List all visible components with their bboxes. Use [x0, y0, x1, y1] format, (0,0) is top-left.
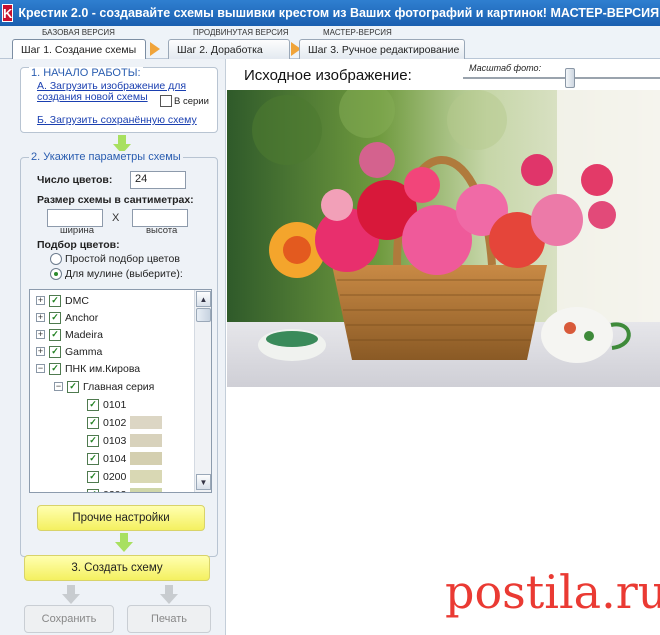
- tree-item-label: DMC: [65, 294, 89, 307]
- tree-item-anchor[interactable]: + ✓ Anchor: [36, 309, 98, 326]
- expand-plus-icon[interactable]: +: [36, 313, 45, 322]
- tree-scrollbar[interactable]: ▲ ▼: [194, 290, 211, 492]
- tree-item-label: ПНК им.Кирова: [65, 362, 141, 375]
- preview-title: Исходное изображение:: [244, 67, 412, 84]
- other-settings-button[interactable]: Прочие настройки: [37, 505, 205, 531]
- height-caption: высота: [146, 225, 178, 236]
- series-label: В серии: [174, 95, 209, 107]
- color-code: 0104: [103, 452, 127, 465]
- tree-item-label: Главная серия: [83, 380, 155, 393]
- zoom-label: Масштаб фото:: [469, 63, 542, 73]
- checkbox-checked-icon[interactable]: ✓: [87, 470, 99, 483]
- color-code: 0103: [103, 434, 127, 447]
- arrow-down-icon: [115, 533, 133, 553]
- checkbox-checked-icon[interactable]: ✓: [87, 452, 99, 465]
- arrow-down-icon: [160, 585, 178, 605]
- source-image: [227, 90, 660, 387]
- checkbox-checked-icon[interactable]: ✓: [87, 434, 99, 447]
- create-scheme-button[interactable]: 3. Создать схему: [24, 555, 210, 581]
- checkbox-checked-icon[interactable]: ✓: [67, 380, 79, 393]
- checkbox-checked-icon[interactable]: ✓: [87, 416, 99, 429]
- checkbox-checked-icon[interactable]: ✓: [87, 488, 99, 492]
- tab-step3[interactable]: Шаг 3. Ручное редактирование: [299, 39, 465, 59]
- tree-item-label: Anchor: [65, 311, 99, 324]
- size-label: Размер схемы в сантиметрах:: [37, 194, 194, 206]
- color-code: 0200: [103, 470, 127, 483]
- load-saved-link[interactable]: Б. Загрузить сохранённую схему: [37, 114, 197, 126]
- preview-panel: Исходное изображение: Масштаб фото: post…: [227, 59, 660, 635]
- radio-simple-label: Простой подбор цветов: [65, 253, 180, 265]
- zoom-slider-thumb[interactable]: [565, 68, 575, 88]
- radio-floss-selection[interactable]: Для мулине (выберите):: [50, 268, 183, 280]
- checkbox-checked-icon[interactable]: ✓: [49, 294, 61, 307]
- scroll-up-icon[interactable]: ▲: [196, 291, 211, 307]
- color-code: 0102: [103, 416, 127, 429]
- color-swatch: [130, 416, 163, 429]
- radio-floss-icon[interactable]: [50, 268, 62, 280]
- scroll-down-icon[interactable]: ▼: [196, 474, 211, 490]
- floss-tree[interactable]: + ✓ DMC + ✓ Anchor + ✓ Madeira + ✓ Gamma…: [29, 289, 212, 493]
- color-selection-label: Подбор цветов:: [37, 239, 120, 251]
- checkbox-checked-icon[interactable]: ✓: [49, 345, 61, 358]
- tree-item-label: Gamma: [65, 345, 103, 358]
- tree-item-madeira[interactable]: + ✓ Madeira: [36, 326, 103, 343]
- zoom-slider-track[interactable]: [463, 77, 660, 79]
- expand-plus-icon[interactable]: +: [36, 296, 45, 305]
- version-label-master: Мастер-версия: [323, 28, 392, 37]
- series-checkbox[interactable]: [160, 95, 172, 107]
- tab-step1[interactable]: Шаг 1. Создание схемы: [12, 39, 146, 60]
- size-x-sign: X: [112, 212, 120, 224]
- save-button[interactable]: Сохранить: [24, 605, 114, 633]
- step1-title: 1. НАЧАЛО РАБОТЫ:: [29, 67, 143, 79]
- app-logo-icon: K: [2, 4, 14, 22]
- tab-arrow-icon: [150, 42, 160, 56]
- tree-color-row[interactable]: ✓ 0101: [87, 396, 126, 413]
- title-bar: K Крестик 2.0 - создавайте схемы вышивки…: [0, 0, 660, 26]
- version-label-advanced: Продвинутая версия: [193, 28, 289, 37]
- color-swatch: [130, 452, 163, 465]
- radio-simple-selection[interactable]: Простой подбор цветов: [50, 253, 180, 265]
- tree-item-dmc[interactable]: + ✓ DMC: [36, 292, 89, 309]
- collapse-minus-icon[interactable]: −: [36, 364, 45, 373]
- version-label-basic: Базовая версия: [42, 28, 115, 37]
- tree-color-row[interactable]: ✓ 0200: [87, 468, 163, 485]
- tree-color-row[interactable]: ✓ 0202: [87, 486, 163, 493]
- expand-plus-icon[interactable]: +: [36, 347, 45, 356]
- expand-plus-icon[interactable]: +: [36, 330, 45, 339]
- step2-title: 2. Укажите параметры схемы: [29, 151, 183, 163]
- width-caption: ширина: [60, 225, 95, 236]
- watermark: postila.ru: [445, 565, 660, 619]
- tabs-bar: Базовая версия Продвинутая версия Мастер…: [0, 26, 660, 60]
- tree-item-gamma[interactable]: + ✓ Gamma: [36, 343, 102, 360]
- color-swatch: [130, 470, 163, 483]
- checkbox-checked-icon[interactable]: ✓: [49, 362, 61, 375]
- tree-item-label: Madeira: [65, 328, 103, 341]
- checkbox-checked-icon[interactable]: ✓: [49, 311, 61, 324]
- tree-color-row[interactable]: ✓ 0104: [87, 450, 163, 467]
- color-code: 0101: [103, 398, 127, 411]
- settings-panel: 1. НАЧАЛО РАБОТЫ: А. Загрузить изображен…: [0, 59, 226, 635]
- color-code: 0202: [103, 489, 126, 493]
- scroll-thumb[interactable]: [196, 308, 211, 322]
- tab-step2[interactable]: Шаг 2. Доработка: [168, 39, 290, 59]
- tree-item-main-series[interactable]: − ✓ Главная серия: [54, 378, 154, 395]
- color-swatch: [130, 488, 163, 492]
- colors-count-label: Число цветов:: [37, 174, 113, 186]
- tree-color-row[interactable]: ✓ 0103: [87, 432, 163, 449]
- collapse-minus-icon[interactable]: −: [54, 382, 63, 391]
- tree-item-pnk[interactable]: − ✓ ПНК им.Кирова: [36, 360, 140, 377]
- checkbox-checked-icon[interactable]: ✓: [49, 328, 61, 341]
- tree-color-row[interactable]: ✓ 0102: [87, 414, 163, 431]
- color-swatch: [130, 434, 163, 447]
- colors-count-input[interactable]: 24: [130, 171, 186, 189]
- series-option[interactable]: В серии: [160, 95, 209, 107]
- radio-floss-label: Для мулине (выберите):: [65, 268, 183, 280]
- radio-simple-icon[interactable]: [50, 253, 62, 265]
- window-title: Крестик 2.0 - создавайте схемы вышивки к…: [18, 6, 660, 20]
- arrow-down-icon: [62, 585, 80, 605]
- print-button[interactable]: Печать: [127, 605, 211, 633]
- step1-box: 1. НАЧАЛО РАБОТЫ: А. Загрузить изображен…: [20, 67, 218, 133]
- checkbox-checked-icon[interactable]: ✓: [87, 398, 99, 411]
- flower-basket-photo: [227, 90, 660, 387]
